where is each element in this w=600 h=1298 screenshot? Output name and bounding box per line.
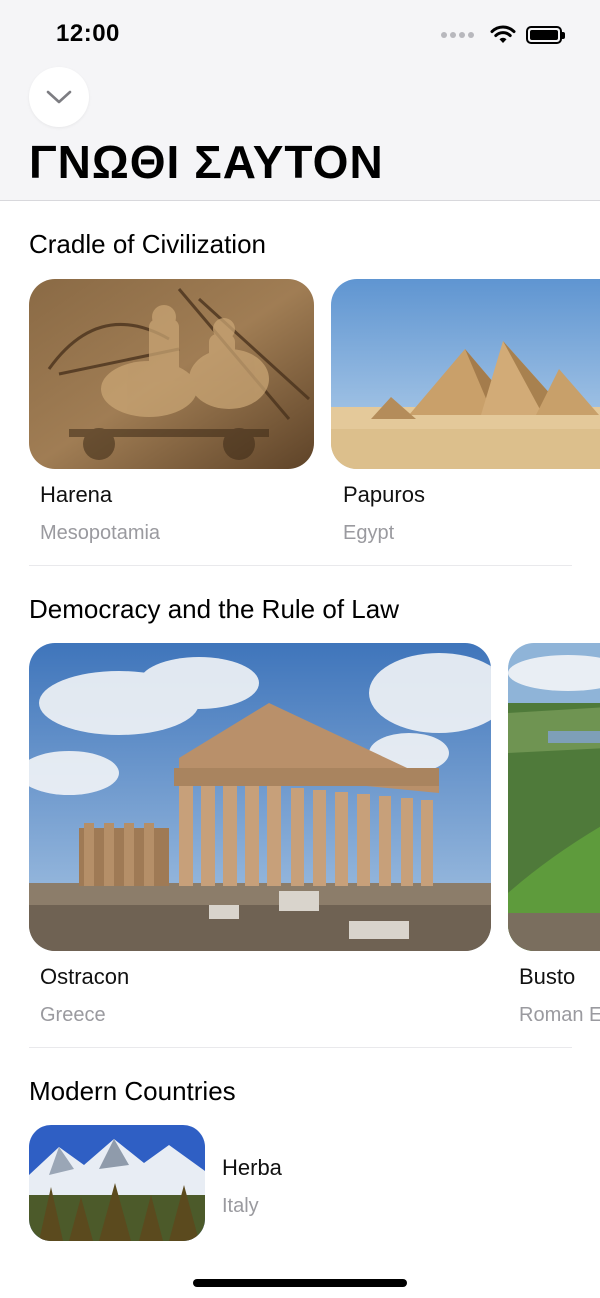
card-image-parthenon [29, 643, 491, 951]
card-title: Harena [40, 482, 113, 507]
card-subtitle: Greece [40, 1004, 106, 1026]
section-divider [29, 1047, 572, 1048]
card-title: Papuros [343, 482, 425, 507]
navigation-header: 12:00 ΓΝΩΘΙ ΣΑΥΤΟΝ [0, 0, 600, 201]
list-item-herba[interactable]: Herba Italy [29, 1125, 572, 1241]
section-title-modern: Modern Countries [29, 1076, 236, 1106]
card-papuros[interactable]: Papuros Egypt [331, 279, 600, 559]
cellular-icon [441, 32, 474, 38]
card-harena[interactable]: Harena Mesopotamia [29, 279, 314, 559]
card-subtitle: Mesopotamia [40, 522, 161, 544]
card-title: Busto [519, 964, 576, 989]
chevron-down-icon [46, 90, 72, 104]
section-title-cradle: Cradle of Civilization [29, 229, 266, 259]
card-ostracon[interactable]: Ostracon Greece [29, 643, 491, 1038]
battery-icon [526, 26, 565, 44]
card-image-assyrian-relief [29, 279, 314, 469]
card-title: Herba [222, 1155, 282, 1180]
page-title: ΓΝΩΘΙ ΣΑΥΤΟΝ [29, 136, 384, 188]
card-subtitle: Italy [222, 1195, 259, 1217]
status-icons [441, 22, 565, 48]
wifi-icon [490, 25, 516, 43]
section-divider [29, 565, 572, 566]
card-image-alps [29, 1125, 205, 1241]
card-title: Ostracon [40, 964, 130, 989]
card-subtitle: Egypt [343, 522, 395, 544]
section-title-democracy: Democracy and the Rule of Law [29, 594, 399, 624]
card-image-pyramids [331, 279, 600, 469]
home-indicator[interactable] [193, 1279, 407, 1287]
dismiss-button[interactable] [29, 67, 89, 127]
card-subtitle: Roman E [519, 1004, 600, 1026]
card-image-green-hills [508, 643, 600, 951]
status-time: 12:00 [56, 20, 120, 47]
card-busto[interactable]: Busto Roman E [508, 643, 600, 1038]
